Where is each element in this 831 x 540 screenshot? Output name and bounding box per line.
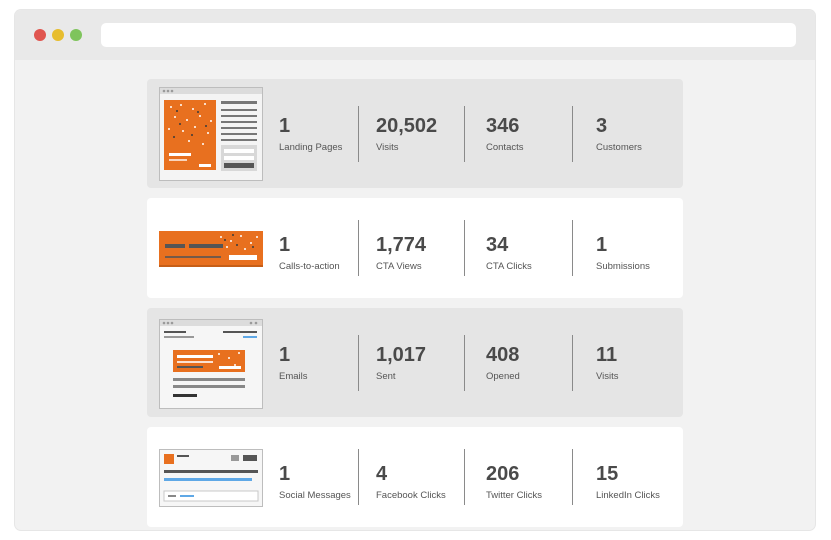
maximize-window-button[interactable]: [70, 29, 82, 41]
stat-label: Submissions: [596, 261, 650, 272]
stat-value: 3: [596, 115, 608, 137]
call-to-action-icon: [159, 231, 263, 267]
stat-label: Landing Pages: [279, 142, 343, 153]
stat-value: 1: [279, 115, 291, 137]
divider: [358, 106, 359, 162]
emails-card[interactable]: 1 Emails 1,017 Sent 408 Opened 11 Visits: [147, 308, 683, 417]
stat-value: 20,502: [376, 115, 438, 137]
stat-value: 1,017: [376, 344, 427, 366]
browser-titlebar: [15, 10, 815, 60]
stat-label: LinkedIn Clicks: [596, 490, 660, 501]
stat-value: 15: [596, 463, 619, 485]
stat-value: 34: [486, 234, 509, 256]
stat-value: 206: [486, 463, 520, 485]
divider: [572, 449, 573, 505]
divider: [572, 335, 573, 391]
stat-value: 1: [279, 234, 291, 256]
stat-label: Social Messages: [279, 490, 351, 501]
stat-value: 1: [596, 234, 608, 256]
landing-pages-card[interactable]: 1 Landing Pages 20,502 Visits 346 Contacts …: [147, 79, 683, 188]
stat-label: Sent: [376, 371, 396, 382]
stat-label: Contacts: [486, 142, 524, 153]
email-icon: [159, 319, 263, 409]
divider: [464, 220, 465, 276]
social-message-icon: [159, 449, 263, 507]
stat-label: Facebook Clicks: [376, 490, 446, 501]
divider: [358, 335, 359, 391]
stat-value: 346: [486, 115, 520, 137]
stat-value: 1,774: [376, 234, 427, 256]
stat-value: 11: [596, 344, 618, 366]
stat-label: CTA Clicks: [486, 261, 532, 272]
browser-window: 1 Landing Pages 20,502 Visits 346 Contacts …: [15, 10, 815, 530]
stat-label: CTA Views: [376, 261, 422, 272]
divider: [358, 220, 359, 276]
stat-value: 408: [486, 344, 520, 366]
stat-label: Opened: [486, 371, 520, 382]
close-window-button[interactable]: [34, 29, 46, 41]
minimize-window-button[interactable]: [52, 29, 64, 41]
divider: [572, 220, 573, 276]
divider: [464, 335, 465, 391]
divider: [358, 449, 359, 505]
divider: [572, 106, 573, 162]
stat-label: Customers: [596, 142, 642, 153]
divider: [464, 449, 465, 505]
stat-label: Calls-to-action: [279, 261, 340, 272]
stat-label: Visits: [596, 371, 619, 382]
stat-value: 1: [279, 463, 291, 485]
address-bar[interactable]: [101, 23, 796, 47]
stat-label: Emails: [279, 371, 308, 382]
calls-to-action-card[interactable]: 1 Calls-to-action 1,774 CTA Views 34 CTA Cl…: [147, 198, 683, 298]
stat-value: 4: [376, 463, 388, 485]
stat-label: Twitter Clicks: [486, 490, 542, 501]
stat-value: 1: [279, 344, 291, 366]
landing-page-icon: [159, 87, 263, 181]
stat-label: Visits: [376, 142, 399, 153]
divider: [464, 106, 465, 162]
social-messages-card[interactable]: 1 Social Messages 4 Facebook Clicks 206 Twi…: [147, 427, 683, 527]
